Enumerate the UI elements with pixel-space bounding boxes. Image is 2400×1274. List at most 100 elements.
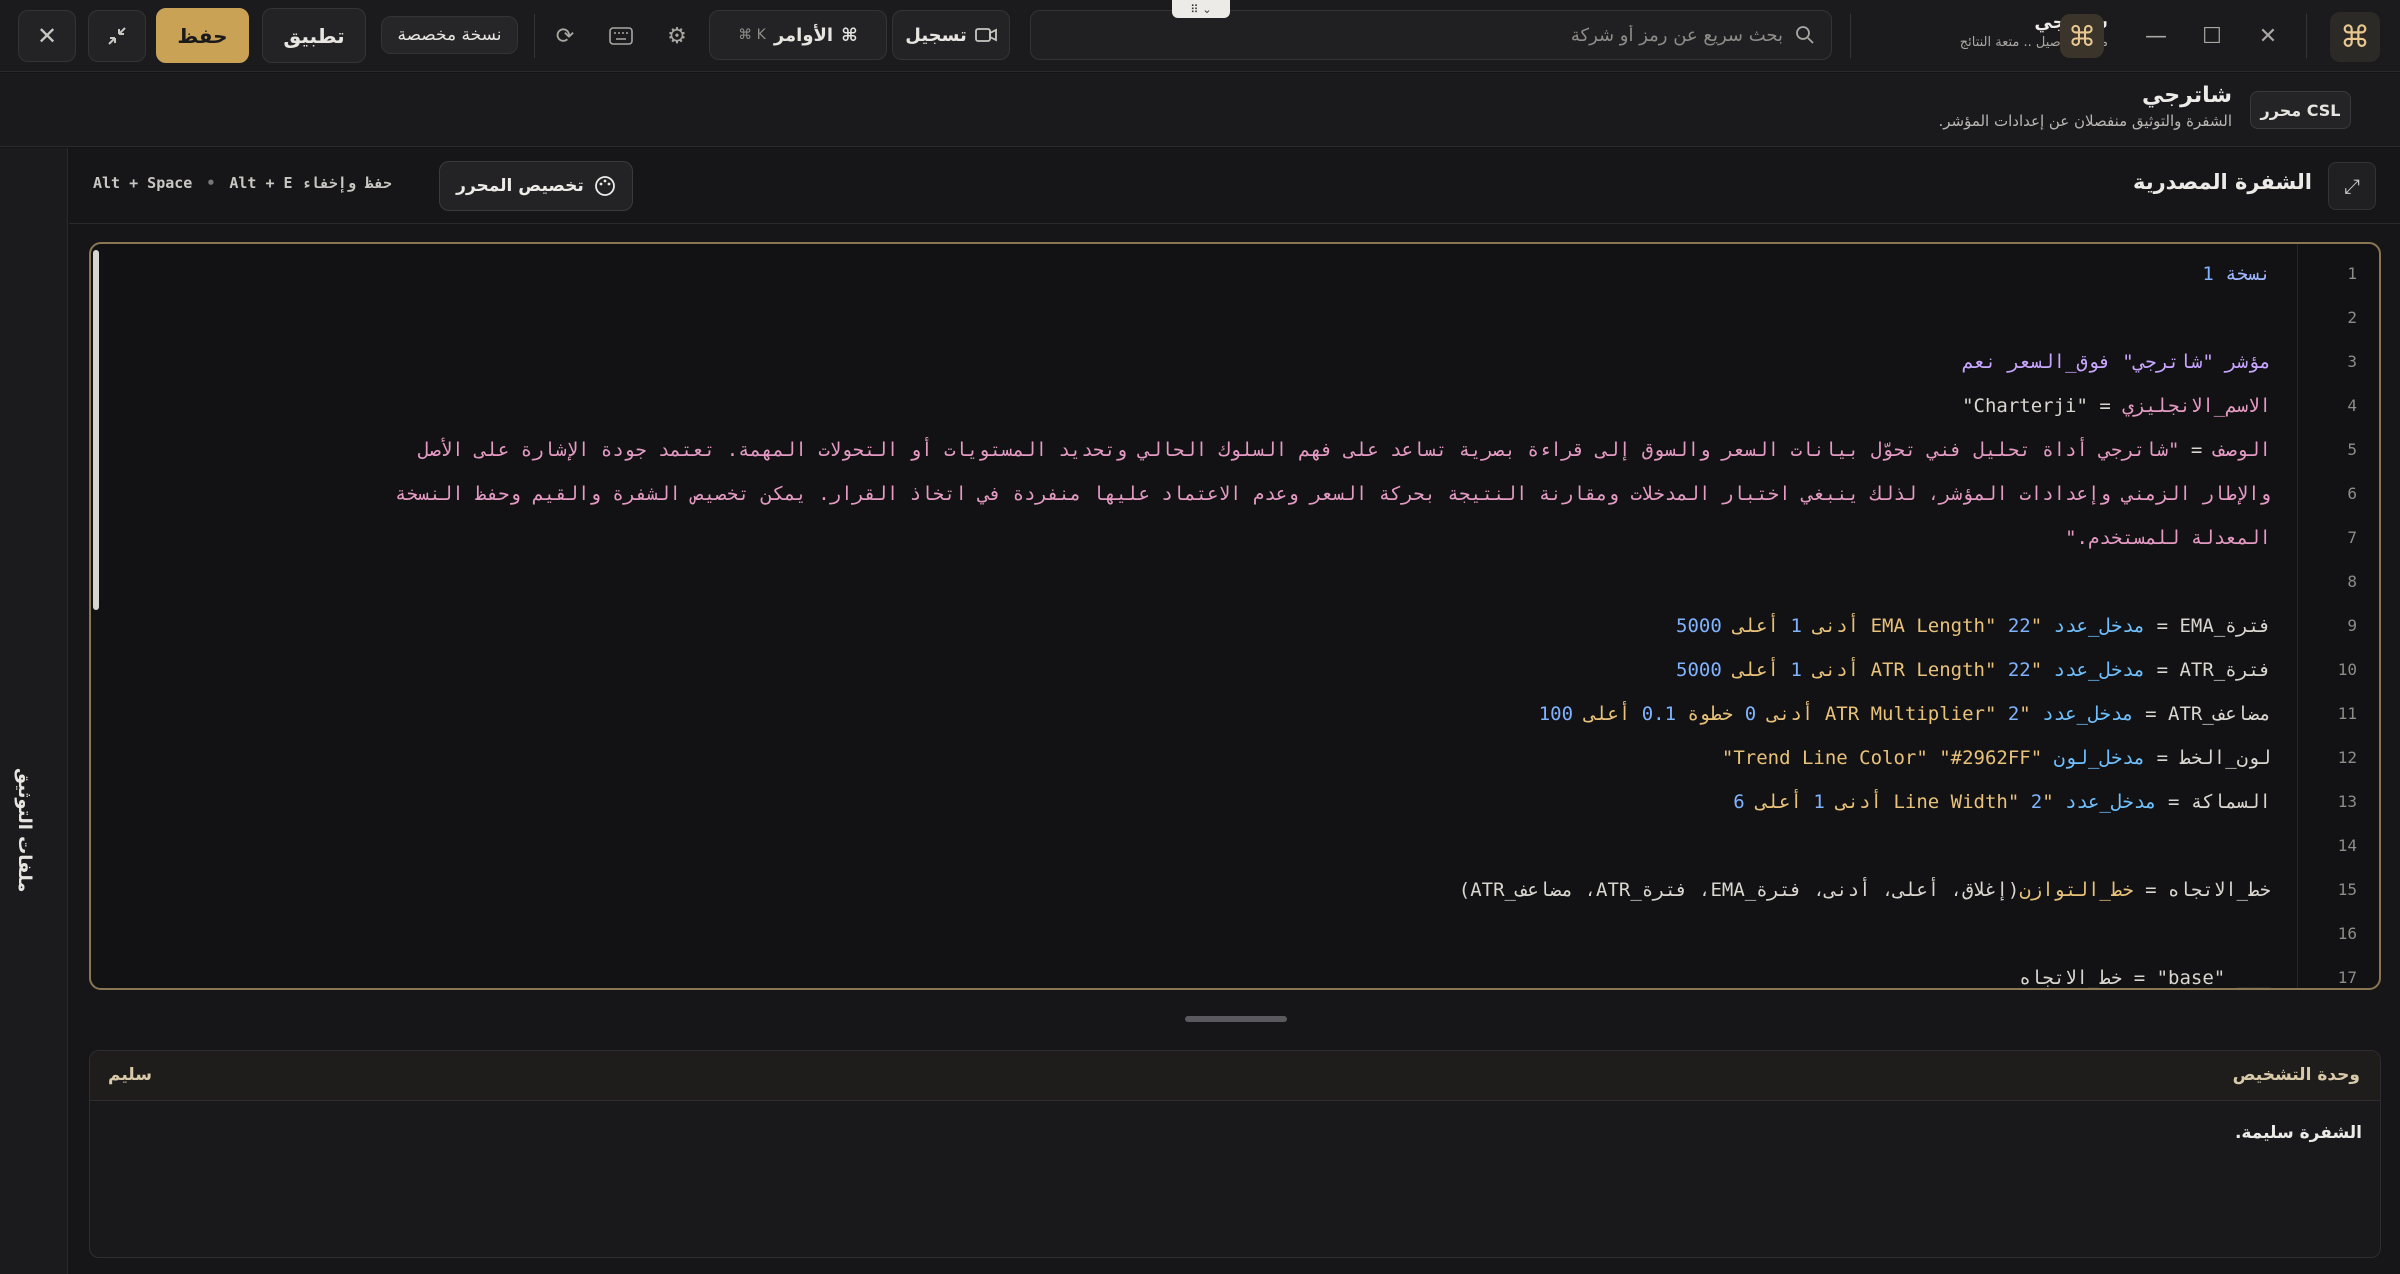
- code-text: الوصف = "شاترجي أداة تحليل فني تحوّل بيا…: [418, 428, 2379, 472]
- code-token: 0: [1733, 703, 1757, 725]
- save-button[interactable]: حفظ: [156, 8, 249, 63]
- refresh-icon[interactable]: ⟳: [545, 16, 585, 56]
- code-token: خط_الاتجاه: [2168, 879, 2271, 901]
- code-token: فترة_EMA: [2179, 615, 2271, 637]
- code-token: 1: [1779, 659, 1802, 681]
- keyboard-icon[interactable]: [601, 16, 641, 56]
- code-token: 1: [2202, 263, 2214, 285]
- code-token: =: [2133, 879, 2169, 901]
- line-number: 13: [2337, 792, 2357, 811]
- hint-space: Alt + Space: [93, 174, 193, 192]
- code-line[interactable]: 13 السماكة = مدخل_عدد "Line Width" 2 أدنى…: [91, 780, 2379, 824]
- code-line[interactable]: 2: [91, 296, 2379, 340]
- code-token: مدخل_لون: [2042, 747, 2146, 769]
- code-line[interactable]: 12 لون_الخط = مدخل_لون "Trend Line Color"…: [91, 736, 2379, 780]
- code-text: مضاعف_ATR = مدخل_عدد "ATR Multiplier" 2 …: [1539, 692, 2379, 736]
- indicator-subtitle: الشفرة والتوثيق منفصلان عن إعدادات المؤش…: [1938, 112, 2232, 130]
- code-token: مدخل_عدد: [2042, 659, 2146, 681]
- docs-tab[interactable]: ملفات التوثيق: [14, 768, 35, 892]
- code-text: فترة_EMA = مدخل_عدد "EMA Length" 22 أدنى…: [1676, 604, 2379, 648]
- code-token: =: [2156, 791, 2191, 813]
- code-token: 6: [1733, 791, 1745, 813]
- code-line[interactable]: 6 والإطار الزمني وإعدادات المؤشر، لذلك ين…: [91, 472, 2379, 516]
- code-token: "ATR Multiplier": [1824, 703, 2031, 725]
- customize-editor-button[interactable]: تخصيص المحرر: [439, 161, 633, 211]
- code-text: السماكة = مدخل_عدد "Line Width" 2 أدنى 1…: [1733, 780, 2379, 824]
- window-close-icon[interactable]: ✕: [2248, 16, 2288, 56]
- code-token: أدنى: [1801, 615, 1860, 637]
- drag-handle[interactable]: ⠿ ⌄: [1172, 0, 1230, 18]
- code-token: لون_الخط: [2179, 747, 2271, 769]
- code-token: فوق_السعر: [1996, 351, 2111, 373]
- minimize-icon[interactable]: —: [2136, 16, 2176, 56]
- code-line[interactable]: 3 مؤشر "شاترجي" فوق_السعر نعم: [91, 340, 2379, 384]
- code-line[interactable]: 7 المعدلة للمستخدم.": [91, 516, 2379, 560]
- line-number: 1: [2347, 264, 2357, 283]
- code-line[interactable]: 10 فترة_ATR = مدخل_عدد "ATR Length" 22 أد…: [91, 648, 2379, 692]
- collapse-icon: [108, 27, 126, 45]
- code-token: نسخة: [2213, 263, 2271, 285]
- code-token: "Charterji": [1962, 395, 2088, 417]
- hint-save: Alt + E حفظ وإخفاء: [229, 174, 392, 192]
- expand-icon: ⤢: [2344, 174, 2360, 198]
- code-line[interactable]: 16: [91, 912, 2379, 956]
- search-box[interactable]: [1030, 10, 1832, 60]
- video-camera-icon: [974, 28, 997, 42]
- code-line[interactable]: 4 الاسم_الانجليزي = "Charterji": [91, 384, 2379, 428]
- code-token: مدخل_عدد: [2042, 615, 2146, 637]
- grip-icon: ⠿: [1190, 2, 1199, 16]
- apply-button[interactable]: تطبيق: [262, 8, 366, 63]
- code-token: =: [2145, 659, 2180, 681]
- app-logo-icon: ⌘: [2330, 12, 2380, 62]
- code-line[interactable]: 15 خط_الاتجاه = خط_التوازن(إغلاق، أعلى، أ…: [91, 868, 2379, 912]
- code-text: لون_الخط = مدخل_لون "Trend Line Color" "…: [1722, 736, 2379, 780]
- code-line[interactable]: 5 الوصف = "شاترجي أداة تحليل فني تحوّل بي…: [91, 428, 2379, 472]
- code-line[interactable]: 14: [91, 824, 2379, 868]
- code-token: أدنى: [1801, 659, 1860, 681]
- code-text: فترة_ATR = مدخل_عدد "ATR Length" 22 أدنى…: [1676, 648, 2379, 692]
- code-line[interactable]: 11 مضاعف_ATR = مدخل_عدد "ATR Multiplier" …: [91, 692, 2379, 736]
- hint-separator: •: [206, 174, 216, 192]
- commands-button[interactable]: ⌘ K الأوامر ⌘: [709, 10, 887, 60]
- source-section-header: ⤢ الشفرة المصدرية Alt + Space • Alt + E …: [69, 148, 2400, 224]
- code-token: 100: [1538, 703, 1574, 725]
- resize-handle[interactable]: [1185, 1016, 1287, 1022]
- gear-icon[interactable]: ⚙: [657, 16, 697, 56]
- editor-tag[interactable]: محرر CSL: [2250, 91, 2351, 129]
- code-token: =: [2179, 439, 2214, 461]
- code-token: خط_التوازن: [2019, 879, 2134, 901]
- code-token: =: [2145, 747, 2180, 769]
- code-token: "Line Width": [1893, 791, 2054, 813]
- code-token: "شاترجي": [2110, 351, 2214, 373]
- line-number: 14: [2337, 836, 2357, 855]
- code-token: والإطار الزمني وإعدادات المؤشر، لذلك ينب…: [395, 483, 2271, 505]
- line-number: 5: [2347, 440, 2357, 459]
- search-input[interactable]: [1063, 24, 1783, 46]
- code-text: والإطار الزمني وإعدادات المؤشر، لذلك ينب…: [395, 472, 2379, 516]
- code-line[interactable]: 8: [91, 560, 2379, 604]
- code-editor[interactable]: 1 نسخة 1 2 3 مؤشر "شاترجي" فوق_السعر نعم 4 الا…: [89, 242, 2381, 990]
- code-token: مؤشر: [2213, 351, 2271, 373]
- code-token: السماكة: [2190, 791, 2271, 813]
- collapse-button[interactable]: [88, 10, 146, 62]
- maximize-icon[interactable]: ☐: [2192, 16, 2232, 56]
- indicator-title: شاترجي: [2142, 83, 2232, 108]
- record-button[interactable]: تسجيل: [892, 10, 1010, 60]
- close-button[interactable]: ✕: [18, 10, 76, 62]
- line-number: 2: [2347, 308, 2357, 327]
- code-token: أعلى: [1721, 659, 1779, 681]
- custom-copy-button[interactable]: نسخة مخصصة: [381, 16, 518, 54]
- code-token: أعلى: [1573, 703, 1631, 725]
- code-token: أعلى: [1721, 615, 1779, 637]
- code-line[interactable]: 9 فترة_EMA = مدخل_عدد "EMA Length" 22 أدن…: [91, 604, 2379, 648]
- top-bar: ✕ حفظ تطبيق نسخة مخصصة ⟳ ⚙ ⌘ K الأوامر ⌘…: [0, 0, 2400, 72]
- code-line[interactable]: 1 نسخة 1: [91, 252, 2379, 296]
- palette-icon: [594, 176, 615, 196]
- shortcut-hints: Alt + Space • Alt + E حفظ وإخفاء: [93, 174, 392, 192]
- brand-logo-icon: ⌘: [2060, 14, 2104, 58]
- code-line[interactable]: 17 ___ "base" = خط_الاتجاه: [91, 956, 2379, 988]
- line-number: 17: [2337, 968, 2357, 987]
- expand-button[interactable]: ⤢: [2328, 162, 2376, 210]
- divider: [2306, 14, 2307, 58]
- main-panel: ⤢ الشفرة المصدرية Alt + Space • Alt + E …: [69, 148, 2400, 1274]
